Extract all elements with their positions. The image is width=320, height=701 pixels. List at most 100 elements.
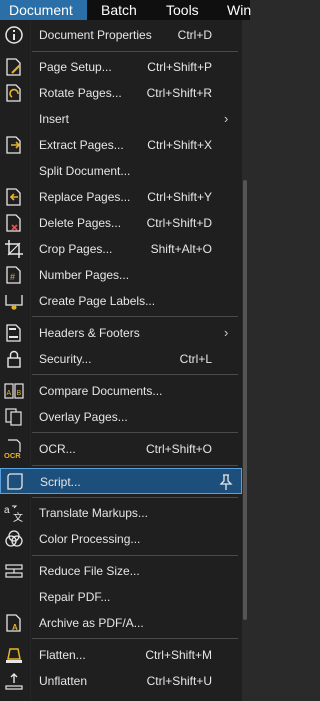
page-labels-icon [4, 291, 24, 311]
menu-item-page-setup[interactable]: Page Setup... Ctrl+Shift+P [0, 54, 242, 80]
submenu-arrow-icon: › [224, 111, 229, 126]
menu-item-crop-pages[interactable]: Crop Pages... Shift+Alt+O [0, 236, 242, 262]
lock-icon [4, 349, 24, 369]
menu-item-replace-pages[interactable]: Replace Pages... Ctrl+Shift+Y [0, 184, 242, 210]
menu-item-label: Split Document... [39, 164, 131, 178]
menu-item-label: Archive as PDF/A... [39, 616, 144, 630]
menu-item-label: Unflatten [39, 674, 88, 688]
menu-item-label: Create Page Labels... [39, 294, 156, 308]
menu-separator [32, 316, 238, 317]
menu-item-compare-documents[interactable]: AB Compare Documents... [0, 378, 242, 404]
menu-item-shortcut: Ctrl+Shift+P [147, 60, 212, 74]
menu-item-shortcut: Ctrl+Shift+Y [147, 190, 212, 204]
menu-item-archive-pdfa[interactable]: A Archive as PDF/A... [0, 610, 242, 636]
color-circles-icon [4, 529, 24, 549]
menu-item-shortcut: Ctrl+Shift+M [145, 648, 212, 662]
menu-item-shortcut: Ctrl+Shift+R [146, 86, 212, 100]
menu-item-label: Translate Markups... [39, 506, 148, 520]
translate-icon: a文 [4, 503, 24, 523]
reduce-file-size-icon [4, 561, 24, 581]
menu-item-label: Security... [39, 352, 92, 366]
menu-separator [32, 638, 238, 639]
menu-item-reduce-file-size[interactable]: Reduce File Size... [0, 558, 242, 584]
menu-tools[interactable]: Tools [166, 0, 199, 20]
menu-item-translate-markups[interactable]: a文 Translate Markups... [0, 500, 242, 526]
menu-item-label: Extract Pages... [39, 138, 124, 152]
menu-item-headers-footers[interactable]: Headers & Footers › [0, 320, 242, 346]
svg-text:#: # [10, 272, 15, 282]
menu-batch[interactable]: Batch [101, 0, 137, 20]
menu-item-unflatten[interactable]: Unflatten Ctrl+Shift+U [0, 668, 242, 694]
menu-item-label: Color Processing... [39, 532, 141, 546]
menu-item-overlay-pages[interactable]: Overlay Pages... [0, 404, 242, 430]
submenu-arrow-icon: › [224, 325, 229, 340]
menu-item-security[interactable]: Security... Ctrl+L [0, 346, 242, 372]
menu-bar: Document Batch Tools Win [0, 0, 251, 20]
menu-item-label: Compare Documents... [39, 384, 163, 398]
crop-icon [4, 239, 24, 259]
unflatten-icon [4, 671, 24, 691]
menu-item-label: Crop Pages... [39, 242, 113, 256]
menu-item-create-page-labels[interactable]: Create Page Labels... [0, 288, 242, 314]
menu-item-label: Replace Pages... [39, 190, 131, 204]
menu-scrollbar[interactable] [242, 20, 250, 701]
menu-item-label: Reduce File Size... [39, 564, 140, 578]
menu-item-shortcut: Shift+Alt+O [150, 242, 212, 256]
menu-item-number-pages[interactable]: # Number Pages... [0, 262, 242, 288]
menu-item-label: Script... [40, 475, 81, 489]
svg-text:OCR: OCR [4, 451, 21, 459]
menu-item-shortcut: Ctrl+Shift+O [145, 442, 212, 456]
menu-separator [32, 51, 238, 52]
page-setup-icon [4, 57, 24, 77]
menu-item-shortcut: Ctrl+Shift+X [147, 138, 212, 152]
menu-item-label: Overlay Pages... [39, 410, 128, 424]
menu-separator [32, 497, 238, 498]
menu-item-color-processing[interactable]: Color Processing... [0, 526, 242, 552]
menu-separator [32, 374, 238, 375]
menu-separator [32, 432, 238, 433]
compare-documents-icon: AB [4, 381, 24, 401]
menu-item-label: Number Pages... [39, 268, 130, 282]
menu-item-flatten[interactable]: Flatten... Ctrl+Shift+M [0, 642, 242, 668]
menu-item-split-document[interactable]: Split Document... [0, 158, 242, 184]
menu-item-label: Document Properties [39, 28, 152, 42]
script-icon [5, 472, 25, 492]
menu-item-shortcut: Ctrl+D [177, 28, 212, 42]
number-pages-icon: # [4, 265, 24, 285]
menu-item-label: Insert [39, 112, 70, 126]
archive-pdfa-icon: A [4, 613, 24, 633]
svg-text:A: A [7, 390, 12, 397]
menu-item-shortcut: Ctrl+Shift+U [146, 674, 212, 688]
menu-document[interactable]: Document [0, 0, 87, 20]
scrollbar-thumb[interactable] [243, 180, 247, 620]
menu-item-label: Delete Pages... [39, 216, 122, 230]
menu-item-ocr[interactable]: OCR OCR... Ctrl+Shift+O [0, 436, 242, 462]
menu-item-label: Repair PDF... [39, 590, 111, 604]
menu-separator [32, 465, 238, 466]
rotate-pages-icon [4, 83, 24, 103]
menu-item-shortcut: Ctrl+L [179, 352, 212, 366]
svg-text:a: a [4, 505, 10, 516]
menu-item-label: Page Setup... [39, 60, 112, 74]
menu-item-rotate-pages[interactable]: Rotate Pages... Ctrl+Shift+R [0, 80, 242, 106]
delete-pages-icon [4, 213, 24, 233]
menu-item-label: Rotate Pages... [39, 86, 122, 100]
menu-item-document-properties[interactable]: Document Properties Ctrl+D [0, 22, 242, 48]
flatten-icon [4, 645, 24, 665]
svg-text:A: A [12, 623, 18, 632]
menu-window[interactable]: Win [227, 0, 251, 20]
menu-separator [32, 555, 238, 556]
pin-icon[interactable] [219, 474, 233, 490]
menu-item-extract-pages[interactable]: Extract Pages... Ctrl+Shift+X [0, 132, 242, 158]
menu-item-delete-pages[interactable]: Delete Pages... Ctrl+Shift+D [0, 210, 242, 236]
extract-pages-icon [4, 135, 24, 155]
svg-text:B: B [17, 390, 22, 397]
menu-item-label: OCR... [39, 442, 76, 456]
info-icon [4, 25, 24, 45]
menu-item-script[interactable]: Script... [0, 468, 242, 494]
svg-text:文: 文 [13, 511, 23, 523]
menu-item-shortcut: Ctrl+Shift+D [146, 216, 212, 230]
menu-item-insert[interactable]: Insert › [0, 106, 242, 132]
menu-item-repair-pdf[interactable]: Repair PDF... [0, 584, 242, 610]
menu-item-label: Headers & Footers [39, 326, 140, 340]
